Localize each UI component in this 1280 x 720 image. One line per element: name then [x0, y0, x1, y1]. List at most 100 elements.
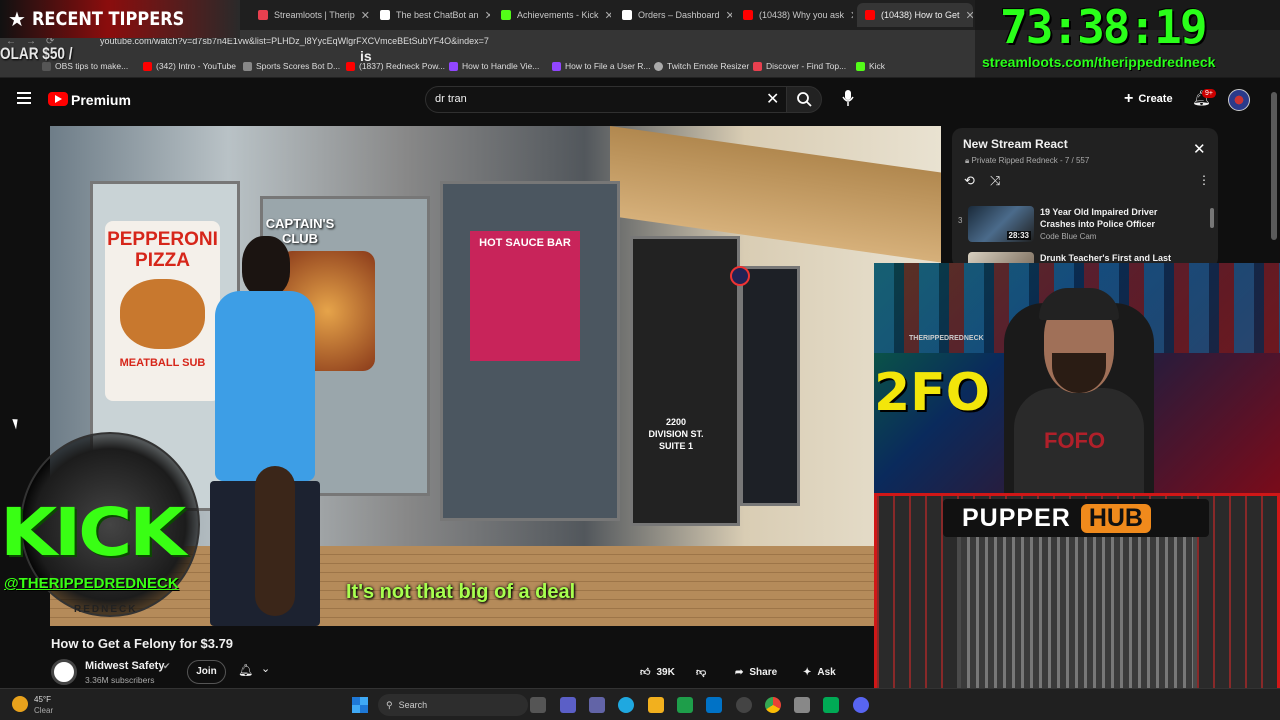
- search-query: dr tran: [435, 93, 467, 105]
- close-icon[interactable]: ✕: [1193, 140, 1206, 158]
- chrome-icon[interactable]: [765, 697, 781, 713]
- file-explorer-icon[interactable]: [648, 697, 664, 713]
- kick-logo-text: KICK: [0, 494, 186, 571]
- tab-label: (10438) How to Get: [881, 10, 960, 20]
- recent-tippers-banner: ★ RECENT TIPPERS: [0, 0, 240, 38]
- page-scrollbar[interactable]: [1271, 92, 1277, 240]
- search-button[interactable]: [786, 86, 822, 113]
- playlist-meta-text: Private Ripped Redneck - 7 / 557: [971, 156, 1090, 165]
- tab-label: Achievements - Kick: [517, 10, 599, 20]
- more-options-icon[interactable]: ⋮: [1198, 173, 1210, 187]
- dislike-button[interactable]: 👎︎: [696, 661, 706, 683]
- search-icon: [797, 92, 812, 107]
- bookmark-icon: [243, 61, 252, 71]
- pupper-hub-overlay: PUPPER HUB: [874, 493, 1280, 720]
- tab-close-icon[interactable]: ✕: [850, 9, 853, 22]
- browser-tab[interactable]: (10438) Why you ask ✕: [735, 3, 853, 27]
- duration-badge: 28:33: [1006, 231, 1031, 240]
- account-avatar[interactable]: [1228, 89, 1250, 111]
- browser-tab[interactable]: The best ChatBot an ✕: [372, 3, 490, 27]
- clear-search-icon[interactable]: ✕: [766, 89, 779, 109]
- playlist-panel: New Stream React 🔒︎ Private Ripped Redne…: [952, 128, 1218, 268]
- ask-label: Ask: [817, 666, 836, 678]
- notification-badge: 9+: [1202, 89, 1216, 98]
- verified-icon: ✔: [163, 661, 171, 671]
- bookmark-item[interactable]: Sports Scores Bot D...: [243, 61, 340, 71]
- weather-icon[interactable]: [12, 696, 28, 712]
- bookmark-item[interactable]: Twitch Emote Resizer: [654, 61, 749, 71]
- browser-tab[interactable]: Streamloots | Therip ✕: [250, 3, 370, 27]
- channel-name[interactable]: Midwest Safety: [85, 660, 164, 672]
- playlist-item-thumbnail: 28:33: [968, 206, 1034, 242]
- youtube-brand[interactable]: Premium: [71, 92, 131, 108]
- browser-tab[interactable]: Achievements - Kick ✕: [493, 3, 611, 27]
- tab-favicon: [865, 10, 875, 20]
- poster-text: HOT SAUCE BAR: [470, 231, 580, 361]
- bookmark-item[interactable]: Kick: [856, 61, 885, 71]
- tab-favicon: [622, 10, 632, 20]
- playlist-scrollbar[interactable]: [1210, 208, 1214, 228]
- channel-avatar[interactable]: [51, 659, 77, 685]
- person-arm: [255, 466, 295, 616]
- bookmark-item[interactable]: How to Handle Vie...: [449, 61, 539, 71]
- video-scene-window: [740, 266, 800, 506]
- terminal-icon[interactable]: [823, 697, 839, 713]
- tab-close-icon[interactable]: ✕: [605, 9, 611, 22]
- tab-close-icon[interactable]: ✕: [485, 9, 490, 22]
- twitch-icon: [449, 61, 458, 71]
- person-shirt: [215, 291, 315, 481]
- microphone-icon[interactable]: [837, 87, 859, 109]
- copilot-icon[interactable]: [560, 697, 576, 713]
- poster-image: [120, 279, 205, 349]
- ticker-text: is: [360, 48, 372, 64]
- ask-button[interactable]: ✦ Ask: [803, 661, 836, 683]
- like-count: 39K: [656, 666, 675, 678]
- playlist-item-title: 19 Year Old Impaired Driver Crashes into…: [1040, 207, 1158, 229]
- loop-icon[interactable]: ⟲: [964, 173, 975, 189]
- edge-icon[interactable]: [618, 697, 634, 713]
- bell-icon[interactable]: 🔔︎: [238, 663, 253, 677]
- bookmark-label: (342) Intro - YouTube: [156, 61, 237, 71]
- discord-icon[interactable]: [853, 697, 869, 713]
- search-input[interactable]: dr tran ✕: [425, 86, 787, 113]
- shirt-text: FOFO: [1044, 428, 1106, 453]
- bookmark-item[interactable]: How to File a User R...: [552, 61, 651, 71]
- app-icon[interactable]: [794, 697, 810, 713]
- hamburger-menu-icon[interactable]: [17, 92, 31, 104]
- youtube-logo-icon[interactable]: [48, 92, 68, 106]
- outlook-icon[interactable]: [706, 697, 722, 713]
- taskbar-search[interactable]: ⚲ Search: [378, 694, 528, 716]
- bookmark-item[interactable]: Discover - Find Top...: [753, 61, 846, 71]
- share-label: Share: [749, 666, 778, 678]
- shuffle-icon[interactable]: ⤨: [990, 173, 1000, 189]
- star-icon: ★: [8, 8, 26, 31]
- playlist-title[interactable]: New Stream React: [963, 137, 1068, 151]
- teams-icon[interactable]: [589, 697, 605, 713]
- weather-temperature[interactable]: 45°F: [34, 695, 51, 704]
- browser-tab[interactable]: Orders – Dashboard ✕: [614, 3, 732, 27]
- bookmark-item[interactable]: (342) Intro - YouTube: [143, 61, 236, 71]
- playlist-item[interactable]: 3 28:33 19 Year Old Impaired Driver Cras…: [952, 202, 1218, 246]
- bookmark-icon: [753, 61, 762, 71]
- tab-close-icon[interactable]: ✕: [726, 9, 732, 22]
- store-icon[interactable]: [677, 697, 693, 713]
- tab-close-icon[interactable]: ✕: [361, 9, 370, 22]
- pupper-text: PUPPER: [962, 503, 1071, 532]
- chevron-down-icon[interactable]: ⌄: [261, 662, 270, 675]
- windows-start-icon[interactable]: [352, 697, 368, 713]
- task-view-icon[interactable]: [530, 697, 546, 713]
- tab-favicon: [380, 10, 390, 20]
- create-button[interactable]: + Create: [1124, 90, 1173, 108]
- kick-icon: [856, 61, 865, 71]
- join-button[interactable]: Join: [187, 660, 226, 684]
- like-button[interactable]: 👍︎ 39K: [640, 661, 675, 683]
- streamloots-url: streamloots.com/therippedredneck: [982, 54, 1216, 70]
- video-caption: It's not that big of a deal: [346, 581, 576, 603]
- obs-icon[interactable]: [736, 697, 752, 713]
- share-button[interactable]: ➦ Share: [735, 661, 777, 683]
- tab-label: Orders – Dashboard: [638, 10, 720, 20]
- tab-close-icon[interactable]: ✕: [966, 9, 973, 22]
- streamer-cap: [1039, 288, 1119, 320]
- browser-tab-active[interactable]: (10438) How to Get ✕: [857, 3, 973, 27]
- webcam-sign: 2FO: [874, 363, 990, 423]
